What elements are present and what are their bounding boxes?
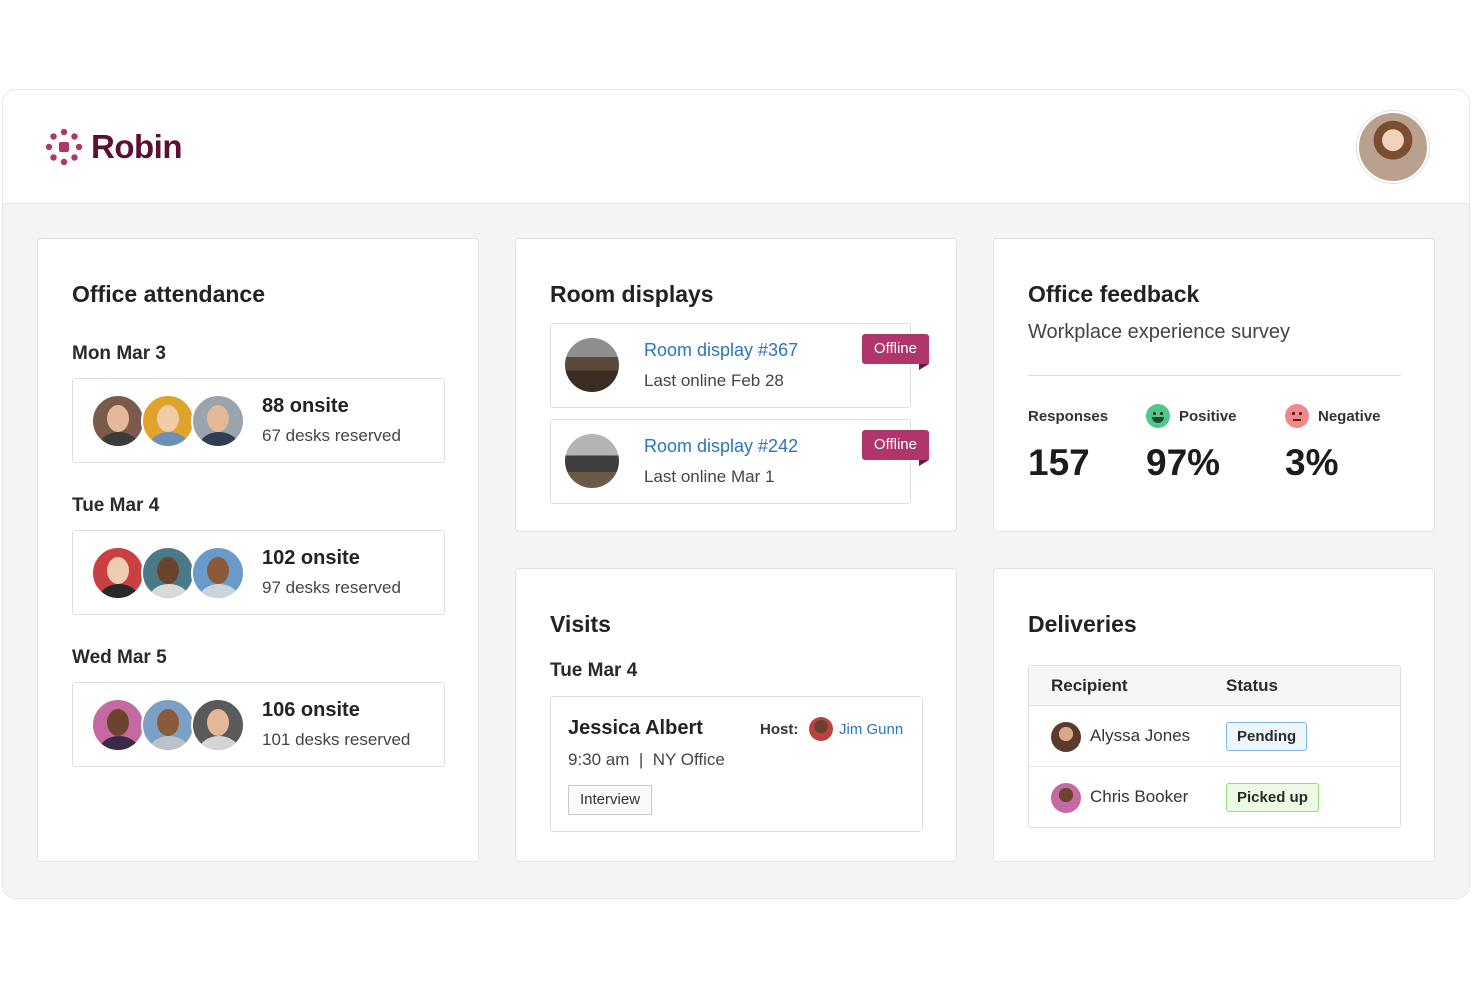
positive-label: Positive — [1179, 407, 1237, 425]
avatar — [191, 546, 245, 600]
column-recipient: Recipient — [1051, 676, 1128, 695]
attendance-title: Office attendance — [72, 281, 265, 307]
frown-icon — [1285, 404, 1309, 428]
offline-badge: Offline — [861, 430, 930, 466]
app-name: Robin — [91, 128, 182, 165]
visitor-name: Jessica Albert — [568, 717, 703, 739]
room-displays-card: Room displays Room display #367 Last onl… — [515, 238, 957, 532]
table-row[interactable]: Chris Booker Picked up — [1029, 767, 1400, 827]
table-row[interactable]: Alyssa Jones Pending — [1029, 706, 1400, 767]
room-display-item[interactable]: Room display #367 Last online Feb 28 Off… — [550, 323, 930, 408]
host-link[interactable]: Jim Gunn — [839, 721, 903, 738]
responses-label: Responses — [1028, 407, 1109, 425]
negative-stat: Negative 3% — [1285, 404, 1381, 484]
host-label: Host: — [760, 721, 799, 738]
visit-date: Tue Mar 4 — [550, 660, 638, 681]
deliveries-card: Deliveries Recipient Status Alyssa Jones… — [993, 568, 1435, 862]
avatar — [1051, 783, 1081, 813]
avatar — [91, 546, 145, 600]
robin-logo[interactable]: Robin — [45, 128, 182, 166]
avatar — [91, 394, 145, 448]
profile-avatar[interactable] — [1357, 111, 1429, 183]
desks-reserved: 67 desks reserved — [262, 426, 401, 445]
avatar — [1051, 722, 1081, 752]
negative-value: 3% — [1285, 442, 1339, 483]
table-header: Recipient Status — [1029, 666, 1400, 706]
feedback-title: Office feedback — [1028, 281, 1200, 307]
avatar-group — [91, 546, 245, 600]
last-online: Last online Mar 1 — [644, 467, 775, 486]
onsite-count: 106 onsite — [262, 699, 360, 721]
office-feedback-card: Office feedback Workplace experience sur… — [993, 238, 1435, 532]
attendance-day-label: Tue Mar 4 — [72, 495, 160, 516]
avatar-group — [91, 394, 245, 448]
robin-logo-icon — [45, 128, 83, 166]
positive-stat: Positive 97% — [1146, 404, 1237, 484]
attendance-day-label: Mon Mar 3 — [72, 343, 166, 364]
attendance-summary[interactable]: 106 onsite 101 desks reserved — [72, 682, 445, 767]
attendance-summary[interactable]: 102 onsite 97 desks reserved — [72, 530, 445, 615]
feedback-subtitle: Workplace experience survey — [1028, 321, 1290, 343]
column-status: Status — [1226, 676, 1278, 695]
visits-card: Visits Tue Mar 4 Jessica Albert 9:30 am … — [515, 568, 957, 862]
room-display-link[interactable]: Room display #242 — [644, 436, 798, 457]
smile-icon — [1146, 404, 1170, 428]
recipient-name: Chris Booker — [1090, 787, 1189, 806]
offline-badge: Offline — [861, 334, 930, 370]
responses-value: 157 — [1028, 442, 1090, 483]
visit-type-tag: Interview — [568, 785, 653, 815]
host-avatar — [809, 717, 833, 741]
visits-title: Visits — [550, 611, 611, 637]
responses-stat: Responses 157 — [1028, 404, 1108, 484]
app-window: Robin Office attendance Mon Mar 3 88 ons… — [2, 89, 1470, 899]
avatar — [191, 394, 245, 448]
divider — [1028, 375, 1401, 376]
visit-time-location: 9:30 am | NY Office — [568, 750, 725, 769]
status-badge: Pending — [1226, 722, 1308, 751]
avatar — [141, 698, 195, 752]
last-online: Last online Feb 28 — [644, 371, 784, 390]
visit-item[interactable]: Jessica Albert 9:30 am | NY Office Host:… — [550, 696, 923, 832]
avatar — [91, 698, 145, 752]
negative-label: Negative — [1318, 407, 1381, 425]
desks-reserved: 101 desks reserved — [262, 730, 411, 749]
status-badge: Picked up — [1226, 783, 1319, 812]
positive-value: 97% — [1146, 442, 1221, 483]
room-thumbnail — [565, 434, 619, 488]
avatar — [141, 394, 195, 448]
desks-reserved: 97 desks reserved — [262, 578, 401, 597]
attendance-summary[interactable]: 88 onsite 67 desks reserved — [72, 378, 445, 463]
office-attendance-card: Office attendance Mon Mar 3 88 onsite 67… — [37, 238, 479, 862]
avatar-group — [91, 698, 245, 752]
top-bar: Robin — [3, 90, 1469, 204]
avatar — [141, 546, 195, 600]
deliveries-title: Deliveries — [1028, 611, 1137, 637]
recipient-name: Alyssa Jones — [1090, 726, 1191, 745]
attendance-day-label: Wed Mar 5 — [72, 647, 167, 668]
room-display-item[interactable]: Room display #242 Last online Mar 1 Offl… — [550, 419, 930, 504]
deliveries-table: Recipient Status Alyssa Jones Pending Ch… — [1028, 665, 1401, 828]
room-display-link[interactable]: Room display #367 — [644, 340, 798, 361]
avatar — [191, 698, 245, 752]
room-thumbnail — [565, 338, 619, 392]
onsite-count: 88 onsite — [262, 395, 349, 417]
onsite-count: 102 onsite — [262, 547, 360, 569]
room-displays-title: Room displays — [550, 281, 714, 307]
